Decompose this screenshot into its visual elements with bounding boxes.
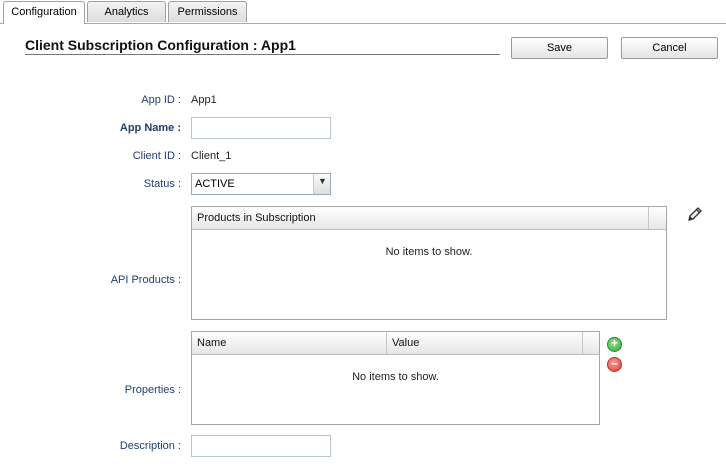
- products-grid: Products in Subscription No items to sho…: [191, 206, 667, 320]
- column-header-name[interactable]: Name: [192, 332, 387, 354]
- api-products-label: API Products :: [110, 274, 181, 286]
- cancel-button[interactable]: Cancel: [621, 37, 718, 59]
- app-id-value: App1: [191, 94, 217, 106]
- properties-label: Properties :: [124, 384, 181, 396]
- chevron-down-icon: ▼: [318, 176, 327, 186]
- column-header-value[interactable]: Value: [387, 332, 583, 354]
- app-name-input[interactable]: [191, 117, 331, 139]
- plus-icon: +: [610, 336, 618, 350]
- page-title: Client Subscription Configuration : App1: [25, 37, 296, 53]
- column-header-products[interactable]: Products in Subscription: [192, 207, 649, 229]
- remove-property-button[interactable]: –: [607, 356, 622, 372]
- products-grid-header: Products in Subscription: [192, 207, 666, 230]
- properties-grid: Name Value No items to show.: [191, 331, 600, 425]
- add-property-button[interactable]: +: [607, 336, 622, 352]
- client-id-label: Client ID :: [132, 150, 181, 162]
- tab-analytics[interactable]: Analytics: [87, 1, 166, 22]
- status-selected-value: ACTIVE: [195, 178, 235, 190]
- pencil-icon[interactable]: [686, 205, 704, 223]
- save-button[interactable]: Save: [511, 37, 608, 59]
- app-id-label: App ID :: [141, 94, 181, 106]
- description-input[interactable]: [191, 435, 331, 457]
- products-empty-message: No items to show.: [385, 246, 473, 258]
- properties-empty-message: No items to show.: [352, 371, 439, 383]
- title-divider: [25, 54, 500, 55]
- minus-icon: –: [611, 356, 618, 370]
- app-name-label: App Name :: [119, 122, 181, 134]
- status-dropdown-button[interactable]: ▼: [313, 174, 330, 194]
- tab-bar: Configuration Analytics Permissions: [0, 0, 726, 24]
- properties-grid-header: Name Value: [192, 332, 599, 355]
- status-label: Status :: [143, 178, 181, 190]
- client-id-value: Client_1: [191, 150, 232, 162]
- status-select[interactable]: ACTIVE ▼: [191, 173, 331, 195]
- tab-configuration[interactable]: Configuration: [3, 1, 85, 24]
- tab-permissions[interactable]: Permissions: [168, 1, 247, 22]
- description-label: Description :: [119, 440, 181, 452]
